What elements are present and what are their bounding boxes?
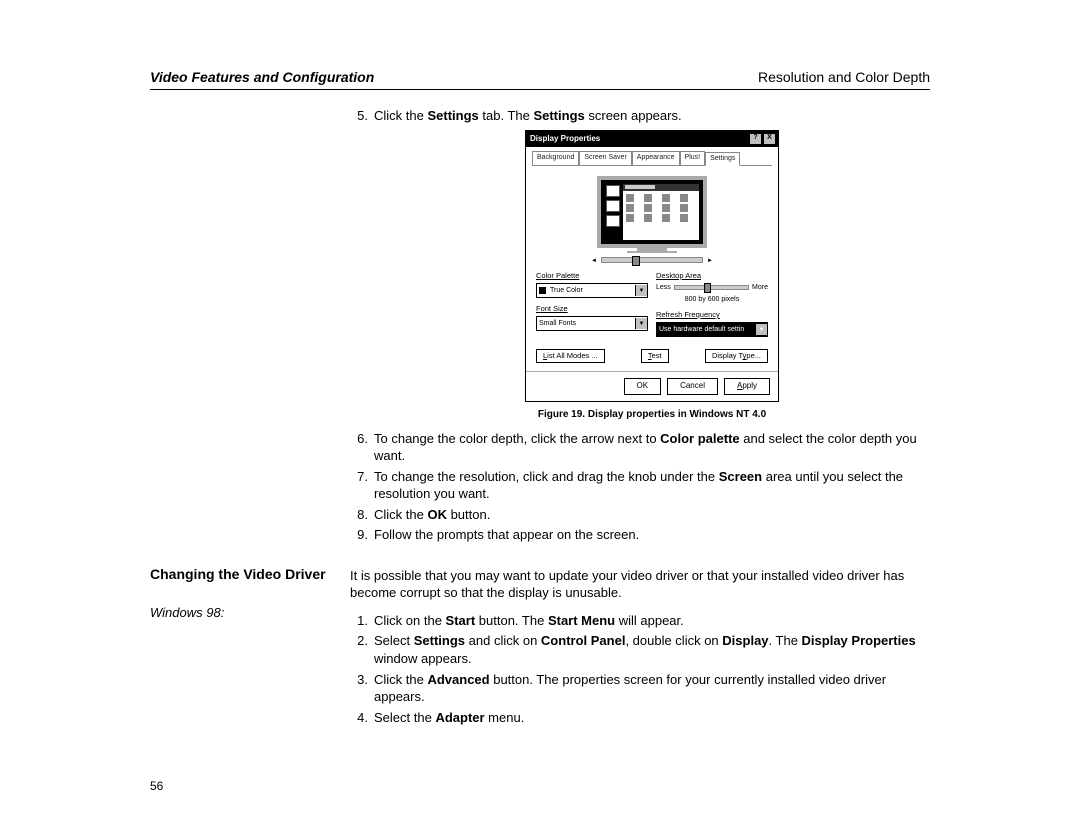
step-number: 3. bbox=[350, 671, 368, 706]
w98-step-2: 2. Select Settings and click on Control … bbox=[350, 632, 930, 667]
preview-icon bbox=[606, 185, 620, 197]
preview-icon bbox=[606, 200, 620, 212]
preview-window bbox=[623, 184, 699, 240]
step-text: Click the OK button. bbox=[374, 506, 930, 524]
preview-toolbar bbox=[605, 184, 621, 240]
document-page: Video Features and Configuration Resolut… bbox=[0, 0, 1080, 834]
step-number: 7. bbox=[350, 468, 368, 503]
step-number: 8. bbox=[350, 506, 368, 524]
titlebar: Display Properties ? X bbox=[526, 131, 778, 147]
label-refresh: Refresh Frequency bbox=[656, 310, 768, 320]
preview-icon bbox=[606, 215, 620, 227]
section-body: It is possible that you may want to upda… bbox=[350, 565, 930, 729]
dropdown-arrow-icon[interactable]: ▼ bbox=[755, 324, 767, 335]
refresh-value: Use hardware default settin bbox=[657, 325, 755, 334]
color-palette-value: True Color bbox=[548, 286, 635, 295]
w98-step-1: 1. Click on the Start button. The Start … bbox=[350, 612, 930, 630]
step-text: Click the Settings tab. The Settings scr… bbox=[374, 107, 930, 125]
settings-right: Desktop Area Less More 800 by 600 pixels… bbox=[656, 271, 768, 343]
page-number: 56 bbox=[150, 778, 163, 794]
step-text: Click on the Start button. The Start Men… bbox=[374, 612, 930, 630]
label-more: More bbox=[752, 283, 768, 292]
subheading-windows98: Windows 98: bbox=[150, 604, 340, 622]
step-number: 5. bbox=[350, 107, 368, 125]
step-number: 2. bbox=[350, 632, 368, 667]
step-number: 1. bbox=[350, 612, 368, 630]
display-type-button[interactable]: Display Type... bbox=[705, 349, 768, 363]
color-swatch-icon bbox=[539, 287, 546, 294]
step-text: Click the Advanced button. The propertie… bbox=[374, 671, 930, 706]
cancel-button[interactable]: Cancel bbox=[667, 378, 718, 395]
step-6: 6. To change the color depth, click the … bbox=[350, 430, 930, 465]
section-intro: It is possible that you may want to upda… bbox=[350, 567, 930, 602]
test-button[interactable]: Test bbox=[641, 349, 669, 363]
section-heading: Changing the Video Driver bbox=[150, 565, 340, 584]
desktop-area-slider[interactable]: Less More bbox=[656, 283, 768, 292]
w98-step-4: 4. Select the Adapter menu. bbox=[350, 709, 930, 727]
section-changing-driver: Changing the Video Driver Windows 98: It… bbox=[150, 565, 930, 729]
label-less: Less bbox=[656, 283, 671, 292]
label-desktop-area: Desktop Area bbox=[656, 271, 768, 281]
help-button[interactable]: ? bbox=[749, 133, 762, 145]
apply-button[interactable]: Apply bbox=[724, 378, 770, 395]
slider-knob[interactable] bbox=[632, 256, 640, 266]
header-left: Video Features and Configuration bbox=[150, 68, 374, 87]
w98-step-3: 3. Click the Advanced button. The proper… bbox=[350, 671, 930, 706]
step-5: 5. Click the Settings tab. The Settings … bbox=[350, 107, 930, 125]
figure-caption: Figure 19. Display properties in Windows… bbox=[374, 408, 930, 422]
tab-appearance[interactable]: Appearance bbox=[632, 151, 680, 164]
ok-button[interactable]: OK bbox=[624, 378, 662, 395]
step-number: 6. bbox=[350, 430, 368, 465]
preview-slider: ◄ ► bbox=[536, 257, 768, 265]
left-margin bbox=[150, 104, 350, 547]
step-text: Select Settings and click on Control Pan… bbox=[374, 632, 930, 667]
page-header: Video Features and Configuration Resolut… bbox=[150, 68, 930, 90]
dialog-footer: OK Cancel Apply bbox=[526, 371, 778, 401]
step-number: 9. bbox=[350, 526, 368, 544]
resolution-value: 800 by 600 pixels bbox=[656, 295, 768, 304]
settings-grid: Color Palette True Color ▼ Font Size Sma… bbox=[536, 271, 768, 343]
step-8: 8. Click the OK button. bbox=[350, 506, 930, 524]
section-sidebar: Changing the Video Driver Windows 98: bbox=[150, 565, 350, 729]
step-text: To change the resolution, click and drag… bbox=[374, 468, 930, 503]
font-size-dropdown[interactable]: Small Fonts ▼ bbox=[536, 316, 648, 331]
font-size-value: Small Fonts bbox=[537, 319, 635, 328]
step-9: 9. Follow the prompts that appear on the… bbox=[350, 526, 930, 544]
dropdown-arrow-icon[interactable]: ▼ bbox=[635, 285, 647, 296]
window-title: Display Properties bbox=[528, 134, 600, 145]
preview-slider-track[interactable] bbox=[601, 257, 703, 263]
tab-settings[interactable]: Settings bbox=[705, 152, 740, 165]
header-right: Resolution and Color Depth bbox=[758, 68, 930, 87]
main-content: 5. Click the Settings tab. The Settings … bbox=[350, 104, 930, 547]
dropdown-arrow-icon[interactable]: ▼ bbox=[635, 318, 647, 329]
label-font-size: Font Size bbox=[536, 304, 648, 314]
body-columns: 5. Click the Settings tab. The Settings … bbox=[150, 104, 930, 547]
titlebar-buttons: ? X bbox=[749, 133, 776, 145]
label-color-palette: Color Palette bbox=[536, 271, 648, 281]
step-number: 4. bbox=[350, 709, 368, 727]
step-7: 7. To change the resolution, click and d… bbox=[350, 468, 930, 503]
close-button[interactable]: X bbox=[763, 133, 776, 145]
tab-background[interactable]: Background bbox=[532, 151, 579, 164]
monitor-preview bbox=[536, 176, 768, 253]
list-all-modes-button[interactable]: List All Modes ... bbox=[536, 349, 605, 363]
settings-left: Color Palette True Color ▼ Font Size Sma… bbox=[536, 271, 648, 343]
refresh-dropdown[interactable]: Use hardware default settin ▼ bbox=[656, 322, 768, 337]
dialog-body: ◄ ► Color Palette True Color ▼ bbox=[526, 166, 778, 371]
display-properties-dialog: Display Properties ? X Background Screen… bbox=[525, 130, 779, 402]
tab-strip: Background Screen Saver Appearance Plus!… bbox=[532, 151, 772, 165]
color-palette-dropdown[interactable]: True Color ▼ bbox=[536, 283, 648, 298]
step-text: Select the Adapter menu. bbox=[374, 709, 930, 727]
tab-plus[interactable]: Plus! bbox=[680, 151, 706, 164]
mode-buttons: List All Modes ... Test Display Type... bbox=[536, 349, 768, 363]
tab-screensaver[interactable]: Screen Saver bbox=[579, 151, 631, 164]
step-text: To change the color depth, click the arr… bbox=[374, 430, 930, 465]
resolution-knob[interactable] bbox=[704, 283, 711, 293]
figure-19: Display Properties ? X Background Screen… bbox=[374, 130, 930, 421]
step-text: Follow the prompts that appear on the sc… bbox=[374, 526, 930, 544]
